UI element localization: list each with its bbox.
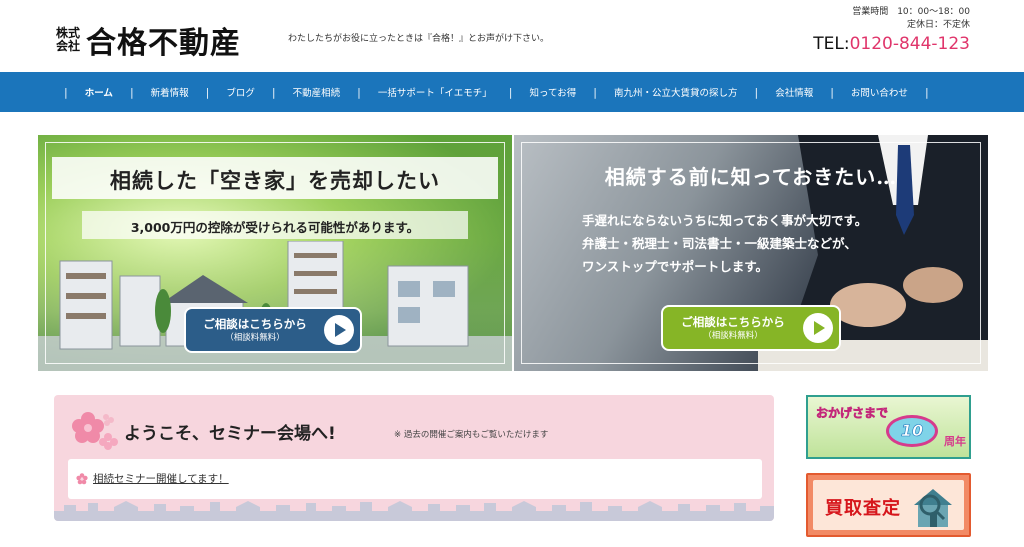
seminar-list: 相続セミナー開催してます！ xyxy=(68,459,762,499)
banner-subtitle: 3,000万円の控除が受けられる可能性があります。 xyxy=(130,220,420,235)
nav-separator: | xyxy=(508,85,513,99)
tagline: わたしたちがお役に立ったときは『合格！』とお声がけ下さい。 xyxy=(288,34,550,44)
nav-item-contact[interactable]: お問い合わせ xyxy=(851,85,908,99)
nav-separator: | xyxy=(205,85,210,99)
anniversary-unit: 周年 xyxy=(944,435,966,448)
description-line-2: 弁護士・税理士・司法書士・一級建築士などが、 xyxy=(582,236,857,251)
banner-title: 相続する前に知っておきたい… xyxy=(604,165,898,189)
holiday-text: 定休日：不定休 xyxy=(906,20,970,30)
appraisal-banner[interactable]: 買取査定 xyxy=(806,473,971,537)
town-skyline-decoration xyxy=(54,501,774,521)
business-hours: 営業時間 10：00〜18：00 定休日：不定休 xyxy=(852,6,970,32)
anniversary-banner[interactable]: おかげさまで 10 周年 xyxy=(806,395,971,459)
phone-number[interactable]: TEL:0120-844-123 xyxy=(813,34,970,54)
flower-icon xyxy=(72,412,118,450)
seminar-heading: ようこそ、セミナー会場へ! xyxy=(124,424,336,444)
nav-separator: | xyxy=(357,85,361,99)
logo-name: 合格不動産 xyxy=(86,26,242,61)
nav-separator: | xyxy=(593,85,597,99)
seminar-link[interactable]: 相続セミナー開催してます！ xyxy=(93,471,229,486)
consultation-button[interactable]: ご相談はこちらから （相談料無料） xyxy=(184,307,362,353)
vacant-house-banner[interactable]: 相続した「空き家」を売却したい 3,000万円の控除が受けられる可能性があります… xyxy=(38,135,512,371)
cta-sub-label: （相談料無料） xyxy=(703,331,763,341)
list-item: 相続セミナー開催してます！ xyxy=(76,471,229,486)
logo-kabu-bottom: 会社 xyxy=(56,39,81,53)
banner-description: 手遅れにならないうちに知っておく事が大切です。 弁護士・税理士・司法書士・一級建… xyxy=(582,209,867,278)
nav-separator: | xyxy=(64,85,68,99)
sakura-bullet-icon xyxy=(76,472,88,484)
cta-text: ご相談はこちらから （相談料無料） xyxy=(663,314,803,342)
nav-item-company[interactable]: 会社情報 xyxy=(775,85,813,99)
nav-item-rental-search[interactable]: 南九州・公立大賃貸の探し方 xyxy=(614,85,738,99)
logo-company-type: 株式 会社 xyxy=(56,27,80,53)
seminar-section: ようこそ、セミナー会場へ! ※ 過去の開催ご案内もご覧いただけます 相続セミナー… xyxy=(54,395,774,521)
anniversary-badge: 10 xyxy=(886,415,938,447)
seminar-note: ※ 過去の開催ご案内もご覧いただけます xyxy=(394,430,549,440)
nav-item-blog[interactable]: ブログ xyxy=(226,85,255,99)
nav-item-tips[interactable]: 知ってお得 xyxy=(529,85,576,99)
nav-separator: | xyxy=(924,85,929,99)
title-bar: 相続した「空き家」を売却したい xyxy=(52,157,498,199)
play-arrow-icon xyxy=(324,315,354,345)
main-nav: | ホーム | 新着情報 | ブログ | 不動産相続 | 一括サポート「イエモチ… xyxy=(0,72,1024,112)
description-line-3: ワンストップでサポートします。 xyxy=(582,259,769,274)
anniversary-number: 10 xyxy=(900,421,924,441)
cta-text: ご相談はこちらから （相談料無料） xyxy=(186,316,324,344)
nav-item-iemochi[interactable]: 一括サポート「イエモチ」 xyxy=(378,85,492,99)
nav-item-home[interactable]: ホーム xyxy=(85,85,113,99)
hours-text: 営業時間 10：00〜18：00 xyxy=(852,7,970,17)
nav-item-inheritance[interactable]: 不動産相続 xyxy=(293,85,341,99)
banner-title: 相続した「空き家」を売却したい xyxy=(110,169,440,193)
nav-separator: | xyxy=(830,85,834,99)
cta-main-label: ご相談はこちらから xyxy=(203,317,307,331)
description-line-1: 手遅れにならないうちに知っておく事が大切です。 xyxy=(582,213,868,228)
nav-separator: | xyxy=(129,85,134,99)
house-magnifier-icon xyxy=(914,489,952,527)
site-header: 株式 会社 合格不動産 わたしたちがお役に立ったときは『合格！』とお声がけ下さい… xyxy=(0,0,1024,72)
tel-number: 0120-844-123 xyxy=(849,34,970,54)
cta-sub-label: （相談料無料） xyxy=(225,333,285,343)
cta-main-label: ご相談はこちらから xyxy=(681,315,785,329)
subtitle-bar: 3,000万円の控除が受けられる可能性があります。 xyxy=(82,211,468,239)
appraisal-inner: 買取査定 xyxy=(813,480,964,530)
appraisal-text: 買取査定 xyxy=(825,498,901,519)
consultation-button[interactable]: ご相談はこちらから （相談料無料） xyxy=(661,305,841,351)
anniversary-text: おかげさまで xyxy=(816,406,889,421)
nav-item-news[interactable]: 新着情報 xyxy=(151,85,189,99)
play-arrow-icon xyxy=(803,313,833,343)
site-logo[interactable]: 株式 会社 合格不動産 xyxy=(56,18,241,62)
nav-separator: | xyxy=(271,85,276,99)
before-inheritance-banner[interactable]: 相続する前に知っておきたい… 手遅れにならないうちに知っておく事が大切です。 弁… xyxy=(514,135,988,371)
tel-label: TEL: xyxy=(813,34,850,54)
nav-separator: | xyxy=(754,85,759,99)
